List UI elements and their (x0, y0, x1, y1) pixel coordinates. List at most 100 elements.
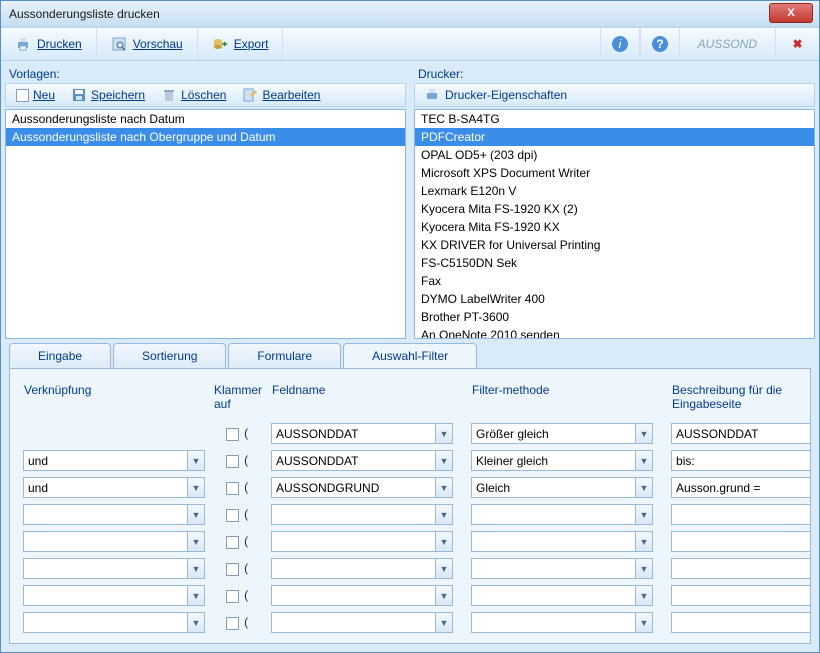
fieldname-combo[interactable]: ▼ (271, 450, 453, 471)
fieldname-combo[interactable]: ▼ (271, 423, 453, 444)
chevron-down-icon[interactable]: ▼ (187, 585, 205, 606)
method-combo-input[interactable] (471, 585, 635, 606)
bracket-open-checkbox[interactable] (226, 428, 239, 441)
chevron-down-icon[interactable]: ▼ (635, 585, 653, 606)
bracket-open-checkbox[interactable] (226, 536, 239, 549)
method-combo-input[interactable] (471, 423, 635, 444)
printer-item[interactable]: Fax (415, 272, 814, 290)
chevron-down-icon[interactable]: ▼ (635, 531, 653, 552)
help-button[interactable]: ? (640, 28, 680, 60)
fieldname-combo[interactable]: ▼ (271, 477, 453, 498)
description-combo[interactable]: ▼ (671, 531, 811, 552)
printer-item[interactable]: Microsoft XPS Document Writer (415, 164, 814, 182)
description-combo-input[interactable] (671, 504, 811, 525)
method-combo-input[interactable] (471, 504, 635, 525)
method-combo[interactable]: ▼ (471, 423, 653, 444)
description-combo-input[interactable] (671, 477, 811, 498)
bracket-open-checkbox[interactable] (226, 455, 239, 468)
printer-item[interactable]: KX DRIVER for Universal Printing (415, 236, 814, 254)
chevron-down-icon[interactable]: ▼ (635, 504, 653, 525)
fieldname-combo[interactable]: ▼ (271, 585, 453, 606)
printer-item[interactable]: An OneNote 2010 senden (415, 326, 814, 339)
delete-button[interactable]: Löschen (155, 85, 232, 105)
method-combo[interactable]: ▼ (471, 450, 653, 471)
description-combo[interactable]: ▼ (671, 423, 811, 444)
chevron-down-icon[interactable]: ▼ (187, 612, 205, 633)
chevron-down-icon[interactable]: ▼ (187, 558, 205, 579)
link-combo[interactable]: ▼ (23, 531, 205, 552)
description-combo[interactable]: ▼ (671, 504, 811, 525)
method-combo[interactable]: ▼ (471, 477, 653, 498)
description-combo[interactable]: ▼ (671, 450, 811, 471)
printer-item[interactable]: DYMO LabelWriter 400 (415, 290, 814, 308)
printers-listbox[interactable]: TEC B-SA4TGPDFCreatorOPAL OD5+ (203 dpi)… (414, 109, 815, 339)
method-combo[interactable]: ▼ (471, 585, 653, 606)
chevron-down-icon[interactable]: ▼ (187, 531, 205, 552)
link-combo-input[interactable] (23, 450, 187, 471)
tab-sortierung[interactable]: Sortierung (113, 343, 226, 368)
link-combo[interactable]: ▼ (23, 612, 205, 633)
method-combo[interactable]: ▼ (471, 612, 653, 633)
info-button[interactable]: i (600, 28, 640, 60)
printer-item[interactable]: Lexmark E120n V (415, 182, 814, 200)
chevron-down-icon[interactable]: ▼ (435, 612, 453, 633)
link-combo[interactable]: ▼ (23, 558, 205, 579)
method-combo[interactable]: ▼ (471, 504, 653, 525)
chevron-down-icon[interactable]: ▼ (435, 477, 453, 498)
description-combo-input[interactable] (671, 612, 811, 633)
fieldname-combo-input[interactable] (271, 477, 435, 498)
bracket-open-checkbox[interactable] (226, 482, 239, 495)
fieldname-combo-input[interactable] (271, 531, 435, 552)
chevron-down-icon[interactable]: ▼ (435, 423, 453, 444)
bracket-open-checkbox[interactable] (226, 509, 239, 522)
link-combo-input[interactable] (23, 558, 187, 579)
chevron-down-icon[interactable]: ▼ (187, 450, 205, 471)
link-combo[interactable]: ▼ (23, 585, 205, 606)
description-combo-input[interactable] (671, 450, 811, 471)
link-combo-input[interactable] (23, 477, 187, 498)
description-combo[interactable]: ▼ (671, 477, 811, 498)
method-combo[interactable]: ▼ (471, 558, 653, 579)
tab-eingabe[interactable]: Eingabe (9, 343, 111, 368)
fieldname-combo[interactable]: ▼ (271, 612, 453, 633)
edit-button[interactable]: Bearbeiten (236, 85, 326, 105)
bracket-open-checkbox[interactable] (226, 590, 239, 603)
fieldname-combo-input[interactable] (271, 612, 435, 633)
fieldname-combo-input[interactable] (271, 450, 435, 471)
printer-item[interactable]: TEC B-SA4TG (415, 110, 814, 128)
method-combo-input[interactable] (471, 477, 635, 498)
link-combo-input[interactable] (23, 585, 187, 606)
chevron-down-icon[interactable]: ▼ (187, 477, 205, 498)
print-button[interactable]: Drucken (1, 28, 97, 60)
method-combo-input[interactable] (471, 531, 635, 552)
printer-item[interactable]: Kyocera Mita FS-1920 KX (415, 218, 814, 236)
method-combo-input[interactable] (471, 450, 635, 471)
chevron-down-icon[interactable]: ▼ (635, 612, 653, 633)
method-combo[interactable]: ▼ (471, 531, 653, 552)
chevron-down-icon[interactable]: ▼ (435, 504, 453, 525)
method-combo-input[interactable] (471, 612, 635, 633)
description-combo[interactable]: ▼ (671, 558, 811, 579)
fieldname-combo-input[interactable] (271, 423, 435, 444)
link-combo[interactable]: ▼ (23, 450, 205, 471)
description-combo-input[interactable] (671, 558, 811, 579)
chevron-down-icon[interactable]: ▼ (435, 558, 453, 579)
fieldname-combo[interactable]: ▼ (271, 558, 453, 579)
printer-properties-button[interactable]: Drucker-Eigenschaften (419, 85, 573, 105)
fieldname-combo-input[interactable] (271, 585, 435, 606)
fieldname-combo[interactable]: ▼ (271, 531, 453, 552)
new-button[interactable]: Neu (10, 86, 61, 104)
fieldname-combo[interactable]: ▼ (271, 504, 453, 525)
chevron-down-icon[interactable]: ▼ (635, 423, 653, 444)
template-item[interactable]: Aussonderungsliste nach Datum (6, 110, 405, 128)
preview-button[interactable]: Vorschau (97, 28, 198, 60)
panel-close-button[interactable]: ✖ (775, 28, 819, 60)
printer-item[interactable]: OPAL OD5+ (203 dpi) (415, 146, 814, 164)
export-button[interactable]: Export (198, 28, 284, 60)
description-combo-input[interactable] (671, 531, 811, 552)
chevron-down-icon[interactable]: ▼ (635, 558, 653, 579)
template-item[interactable]: Aussonderungsliste nach Obergruppe und D… (6, 128, 405, 146)
link-combo-input[interactable] (23, 531, 187, 552)
fieldname-combo-input[interactable] (271, 558, 435, 579)
description-combo[interactable]: ▼ (671, 585, 811, 606)
